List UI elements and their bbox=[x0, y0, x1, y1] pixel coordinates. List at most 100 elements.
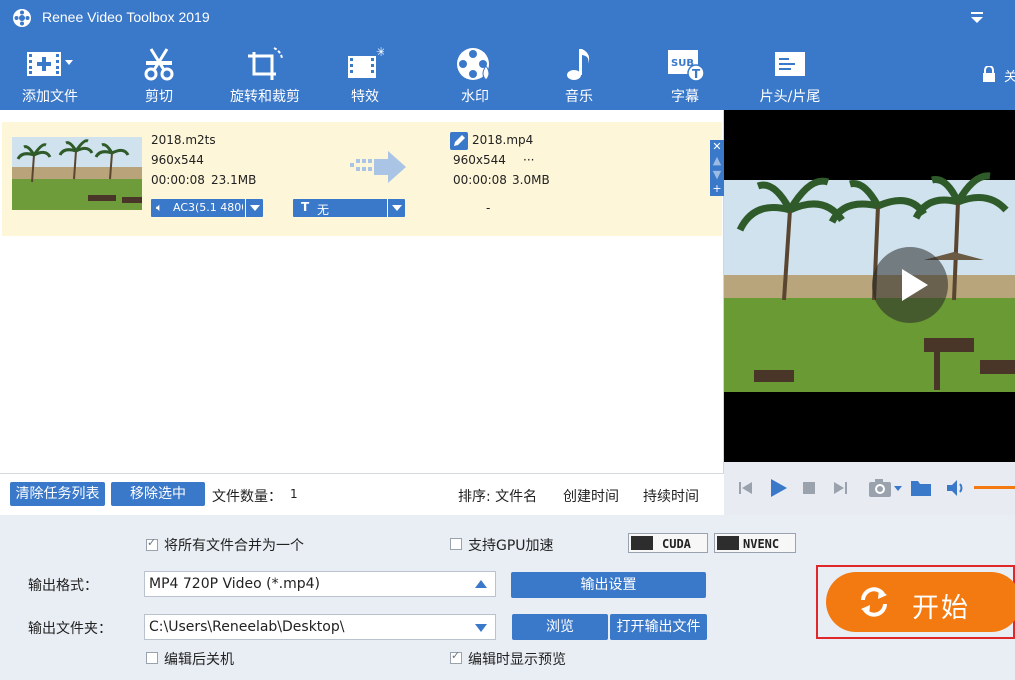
add-file-icon bbox=[27, 52, 73, 76]
cuda-badge: CUDA bbox=[628, 533, 708, 553]
sort-duration[interactable]: 持续时间 bbox=[643, 486, 699, 506]
sort-created[interactable]: 创建时间 bbox=[563, 486, 619, 506]
folder-label: 输出文件夹： bbox=[28, 621, 112, 637]
next-icon[interactable] bbox=[832, 480, 848, 496]
nvenc-label: NVENC bbox=[743, 537, 780, 551]
tool-intro-outro[interactable]: 片头/片尾 bbox=[752, 36, 828, 110]
sort-filename[interactable]: 排序: 文件名 bbox=[458, 486, 537, 506]
lock-toggle[interactable]: 关 bbox=[982, 66, 1015, 86]
app-logo-icon bbox=[13, 9, 31, 27]
start-label: 开始 bbox=[912, 593, 970, 624]
close-icon[interactable]: ✕ bbox=[710, 140, 724, 154]
show-preview-label: 编辑时显示预览 bbox=[468, 652, 566, 668]
music-icon bbox=[567, 49, 590, 80]
chevron-down-icon bbox=[475, 624, 487, 632]
chevron-up-icon bbox=[475, 580, 487, 588]
folder-icon[interactable] bbox=[910, 478, 932, 498]
shutdown-checkbox[interactable] bbox=[146, 652, 158, 664]
tool-label: 剪切 bbox=[145, 89, 173, 105]
video-thumbnail bbox=[12, 137, 142, 210]
source-filename: 2018.m2ts bbox=[151, 133, 216, 147]
tool-label: 特效 bbox=[351, 89, 379, 105]
nvidia-icon bbox=[631, 536, 653, 550]
volume-icon[interactable] bbox=[946, 479, 966, 497]
source-resolution: 960x544 bbox=[151, 153, 204, 167]
tool-effects[interactable]: ✳ 特效 bbox=[330, 36, 400, 110]
volume-slider[interactable] bbox=[974, 486, 1015, 489]
gpu-label: 支持GPU加速 bbox=[468, 538, 554, 554]
tool-cut[interactable]: 剪切 bbox=[124, 36, 194, 110]
chevron-down-icon bbox=[245, 199, 263, 217]
start-highlight: 开始 bbox=[816, 565, 1015, 639]
output-settings-button[interactable]: 输出设置 bbox=[511, 572, 706, 598]
list-toolbar: 清除任务列表 移除选中 文件数量： 1 排序: 文件名 创建时间 持续时间 bbox=[0, 473, 724, 515]
rotate-crop-icon bbox=[248, 47, 283, 80]
output-settings-panel: 将所有文件合并为一个 支持GPU加速 CUDA NVENC 输出格式： MP4 … bbox=[0, 515, 1015, 680]
snapshot-icon[interactable] bbox=[868, 478, 904, 498]
tool-music[interactable]: 音乐 bbox=[544, 36, 614, 110]
nvidia-icon bbox=[717, 536, 739, 550]
previous-icon[interactable] bbox=[738, 480, 754, 496]
audio-track-select[interactable]: 🔈︎ AC3(5.1 4800 bbox=[151, 199, 263, 217]
watermark-icon bbox=[457, 48, 490, 81]
tool-rotate-crop[interactable]: 旋转和裁剪 bbox=[222, 36, 308, 110]
lock-icon bbox=[983, 66, 995, 82]
cuda-label: CUDA bbox=[662, 537, 691, 551]
browse-button[interactable]: 浏览 bbox=[512, 614, 608, 640]
move-down-icon[interactable]: ▼ bbox=[710, 168, 724, 182]
clear-list-button[interactable]: 清除任务列表 bbox=[10, 482, 105, 506]
speaker-icon: 🔈︎ bbox=[156, 201, 163, 214]
player-controls bbox=[724, 462, 1015, 515]
output-format-select[interactable]: MP4 720P Video (*.mp4) bbox=[144, 571, 496, 597]
gpu-checkbox[interactable] bbox=[450, 538, 462, 550]
merge-label: 将所有文件合并为一个 bbox=[164, 538, 304, 554]
tool-add-file[interactable]: 添加文件 bbox=[12, 36, 88, 110]
chevron-down-icon bbox=[387, 199, 405, 217]
output-format-value: MP4 720P Video (*.mp4) bbox=[149, 576, 320, 592]
tool-label: 字幕 bbox=[671, 89, 699, 105]
format-label: 输出格式： bbox=[28, 578, 98, 594]
tool-label: 音乐 bbox=[565, 89, 593, 105]
play-icon[interactable] bbox=[768, 478, 788, 498]
merge-checkbox[interactable] bbox=[146, 536, 158, 551]
stop-icon[interactable] bbox=[802, 481, 816, 495]
source-size: 23.1MB bbox=[211, 173, 257, 187]
subtitle-icon: SUB T bbox=[668, 50, 704, 82]
menu-dropdown-icon[interactable] bbox=[970, 12, 984, 24]
output-filename: 2018.mp4 bbox=[472, 133, 534, 147]
add-icon[interactable]: + bbox=[710, 182, 724, 196]
start-button[interactable]: 开始 bbox=[826, 572, 1015, 632]
open-output-folder-button[interactable]: 打开输出文件 bbox=[610, 614, 707, 640]
title-bar: Renee Video Toolbox 2019 bbox=[0, 0, 1015, 36]
tool-label: 旋转和裁剪 bbox=[230, 89, 300, 105]
file-row[interactable]: 2018.m2ts 960x544 00:00:08 23.1MB 2018.m… bbox=[2, 122, 724, 236]
nvenc-badge: NVENC bbox=[714, 533, 796, 553]
app-title: Renee Video Toolbox 2019 bbox=[42, 9, 210, 25]
tool-subtitle[interactable]: SUB T 字幕 bbox=[650, 36, 720, 110]
scissors-icon bbox=[144, 48, 174, 81]
subtitle-track-select[interactable]: T 无 bbox=[293, 199, 405, 217]
edit-output-icon[interactable] bbox=[450, 132, 468, 150]
subtitle-track-value: 无 bbox=[317, 203, 330, 217]
effects-icon: ✳ bbox=[348, 46, 384, 78]
remove-selected-button[interactable]: 移除选中 bbox=[111, 482, 205, 506]
shutdown-label: 编辑后关机 bbox=[164, 652, 234, 668]
output-folder-field[interactable]: C:\Users\Reneelab\Desktop\ bbox=[144, 614, 496, 640]
tool-label: 片头/片尾 bbox=[759, 89, 821, 105]
source-duration: 00:00:08 bbox=[151, 173, 205, 187]
video-preview bbox=[724, 110, 1015, 462]
output-size: 3.0MB bbox=[512, 173, 550, 187]
main-toolbar: 添加文件 剪切 旋转和裁剪 ✳ 特效 水印 音乐 SUB T 字幕 片头/片尾 … bbox=[0, 36, 1015, 110]
tool-label: 水印 bbox=[461, 89, 489, 105]
tool-watermark[interactable]: 水印 bbox=[440, 36, 510, 110]
output-more: ··· bbox=[523, 153, 535, 167]
output-subtitle: - bbox=[486, 201, 491, 215]
convert-arrow-icon bbox=[350, 151, 406, 183]
show-preview-checkbox[interactable] bbox=[450, 649, 462, 664]
output-duration: 00:00:08 bbox=[453, 173, 507, 187]
intro-outro-icon bbox=[775, 52, 805, 76]
output-resolution: 960x544 bbox=[453, 153, 506, 167]
tool-label: 添加文件 bbox=[22, 89, 78, 105]
play-overlay-icon[interactable] bbox=[872, 247, 948, 323]
move-up-icon[interactable]: ▲ bbox=[710, 154, 724, 168]
